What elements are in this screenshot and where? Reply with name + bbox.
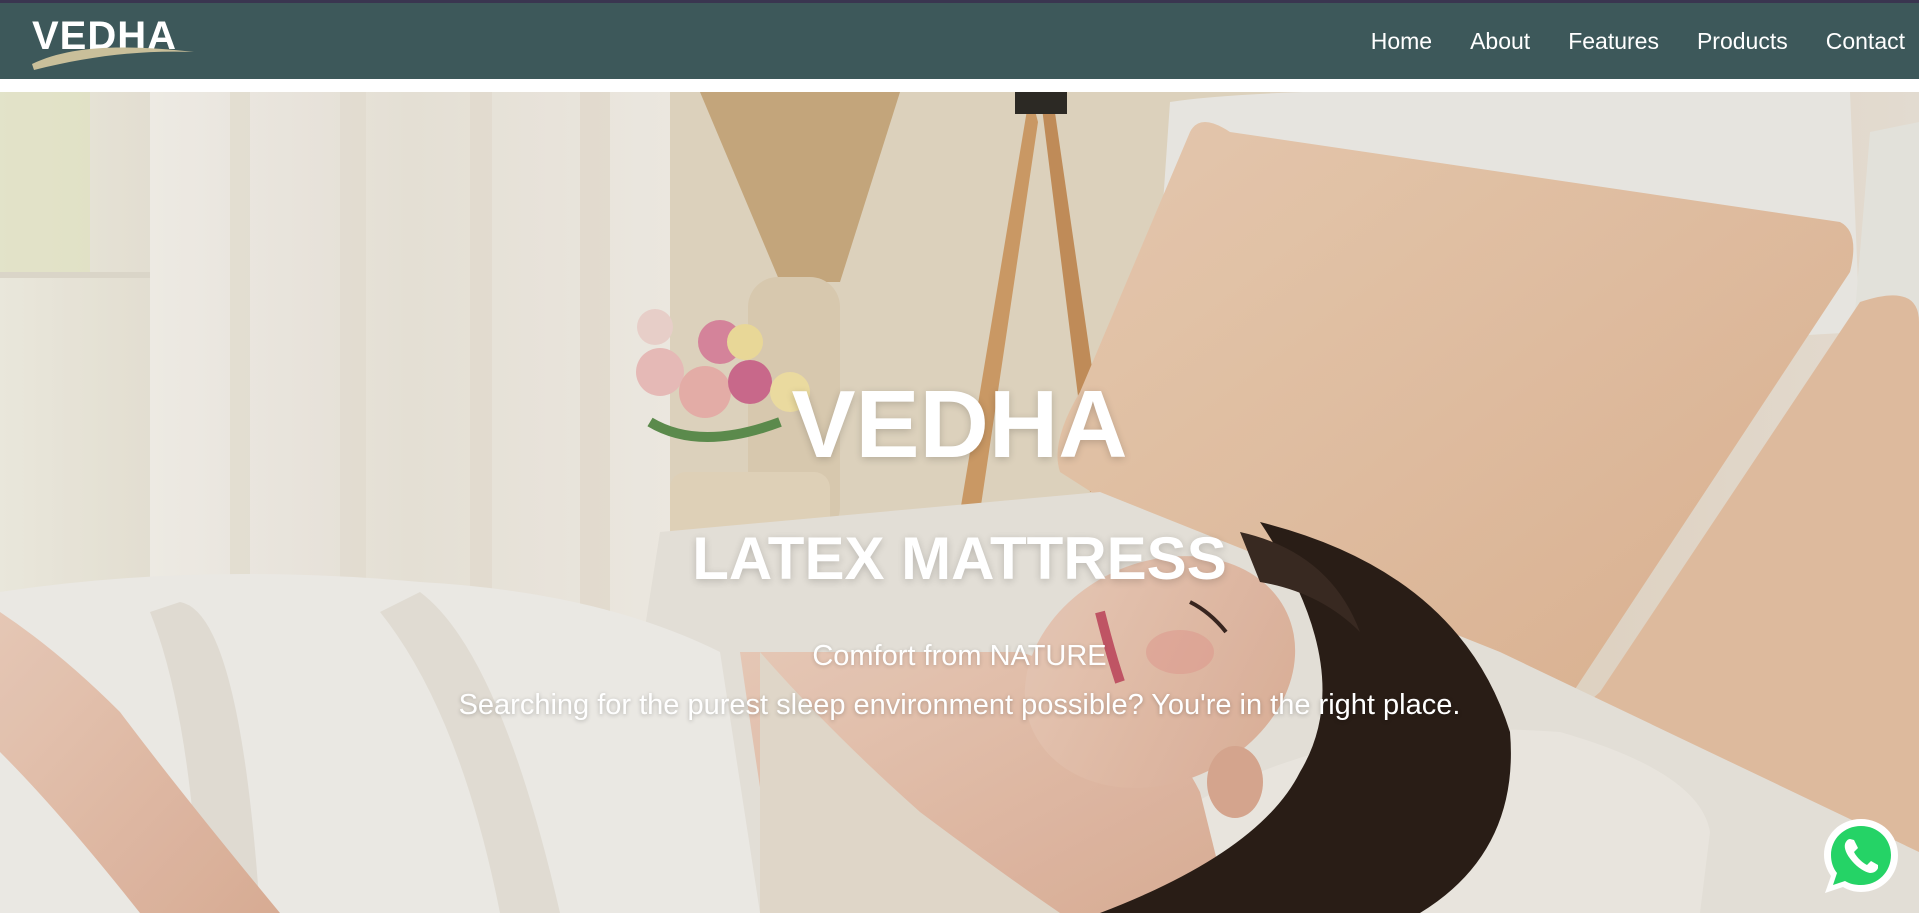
whatsapp-button[interactable] — [1820, 815, 1902, 897]
hero-description: Searching for the purest sleep environme… — [458, 689, 1461, 721]
nav-link-products[interactable]: Products — [1697, 28, 1788, 55]
hero-title: VEDHA — [791, 371, 1128, 478]
nav-link-home[interactable]: Home — [1371, 28, 1432, 55]
hero-content: VEDHA LATEX MATTRESS Comfort from NATURE… — [0, 92, 1919, 913]
hero-section: VEDHA LATEX MATTRESS Comfort from NATURE… — [0, 92, 1919, 913]
nav-link-about[interactable]: About — [1470, 28, 1530, 55]
whatsapp-icon — [1824, 819, 1898, 893]
nav-menu: Home About Features Products Contact — [1333, 28, 1905, 55]
navbar-gap — [0, 79, 1919, 92]
hero-subtitle: LATEX MATTRESS — [692, 525, 1227, 592]
hero-tagline: Comfort from NATURE — [812, 640, 1107, 672]
navbar: VEDHA Home About Features Products Conta… — [0, 3, 1919, 79]
nav-link-contact[interactable]: Contact — [1826, 28, 1905, 55]
nav-link-features[interactable]: Features — [1568, 28, 1659, 55]
logo-swoosh — [32, 47, 194, 70]
logo[interactable]: VEDHA — [30, 10, 196, 72]
